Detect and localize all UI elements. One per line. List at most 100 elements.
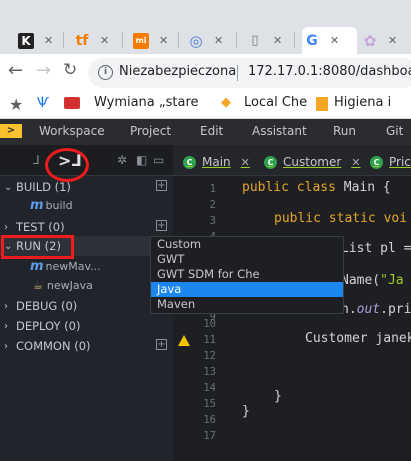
tree-group-build[interactable]: ⌄ BUILD (1) xyxy=(4,178,71,196)
line-number: 1 xyxy=(209,183,216,195)
code-line: public class Main { xyxy=(242,180,391,195)
chevron-right-icon: › xyxy=(4,300,8,312)
line-number: 15 xyxy=(203,398,216,410)
browser-tab[interactable]: tf ✕ xyxy=(74,27,110,54)
screen: K ✕ tf ✕ mi ✕ ◎ ✕ ▯ ✕ G ✕ ✿ ✕ ← → ↻ i Ni… xyxy=(0,0,411,461)
browser-tab[interactable]: mi ✕ xyxy=(133,27,168,54)
close-tab-icon[interactable]: ✕ xyxy=(330,34,339,47)
folder-icon xyxy=(316,97,328,111)
code-line: n.out.pri xyxy=(341,302,411,317)
gear-icon[interactable]: ✲ xyxy=(117,153,127,167)
close-tab-icon[interactable]: ✕ xyxy=(214,34,223,47)
tree-item-label: newMav... xyxy=(45,259,101,273)
editor-tab-main[interactable]: C Main ✕ xyxy=(183,153,250,171)
code-line: Customer janek xyxy=(305,331,411,346)
url-text[interactable]: 172.17.0.1:8080/dashboard xyxy=(248,64,411,79)
tree-group-debug[interactable]: › DEBUG (0) xyxy=(4,297,77,315)
browser-tab[interactable]: ◎ ✕ xyxy=(188,27,223,54)
dropdown-item-maven[interactable]: Maven xyxy=(151,297,343,312)
browser-tab[interactable]: K ✕ xyxy=(18,27,53,54)
browser-tab[interactable]: ▯ ✕ xyxy=(247,27,282,54)
fork-icon[interactable]: Ѱ xyxy=(37,95,49,111)
tree-group-label: BUILD (1) xyxy=(16,180,71,194)
class-icon: C xyxy=(264,155,277,169)
line-number: 2 xyxy=(209,199,216,211)
tree-item-label: build xyxy=(45,198,73,212)
menu-project[interactable]: Project xyxy=(130,124,171,138)
line-gutter: 1 2 3 4 5 6 7 8 9 10 11 12 13 14 15 16 1… xyxy=(173,176,223,461)
editor-tabs: C Main ✕ C Customer ✕ C Pric xyxy=(173,145,411,176)
bookmark-item[interactable]: Wymiana „stare xyxy=(94,95,199,110)
add-command-icon[interactable]: + xyxy=(156,220,167,231)
minimize-icon[interactable]: ▭ xyxy=(153,153,164,167)
line-number: 17 xyxy=(203,430,216,442)
browser-tab-strip: K ✕ tf ✕ mi ✕ ◎ ✕ ▯ ✕ G ✕ ✿ ✕ xyxy=(0,0,411,54)
line-number: 14 xyxy=(203,382,216,394)
mi-favicon-icon: mi xyxy=(133,32,149,49)
editor-tab-customer[interactable]: C Customer ✕ xyxy=(264,153,361,171)
close-tab-icon[interactable]: ✕ xyxy=(273,34,282,47)
bookmark-item[interactable]: Local Che xyxy=(244,95,307,110)
tree-item-newmaven[interactable]: m newMav... xyxy=(30,257,101,275)
menu-workspace[interactable]: Workspace xyxy=(39,124,105,138)
java-cup-icon: ☕ xyxy=(33,278,43,292)
annotation-box xyxy=(1,235,74,259)
class-icon: C xyxy=(183,155,196,169)
youtube-icon[interactable] xyxy=(64,97,80,109)
tree-group-test[interactable]: › TEST (0) xyxy=(4,218,65,236)
dropdown-item-custom[interactable]: Custom xyxy=(151,237,343,252)
tab-label: Pric xyxy=(389,155,411,169)
forward-arrow-icon[interactable]: → xyxy=(36,60,51,81)
code-line: } xyxy=(274,389,282,404)
menu-edit[interactable]: Edit xyxy=(200,124,223,138)
dropdown-item-gwt[interactable]: GWT xyxy=(151,252,343,267)
collapse-icon[interactable]: ◧ xyxy=(136,153,147,167)
browser-tab[interactable]: ✿ ✕ xyxy=(362,27,398,54)
close-tab-icon[interactable]: ✕ xyxy=(388,34,397,47)
project-tree-icon[interactable]: ⅃ xyxy=(33,153,40,167)
flower-favicon-icon: ✿ xyxy=(363,31,377,50)
close-icon[interactable]: ✕ xyxy=(241,156,250,169)
menu-assistant[interactable]: Assistant xyxy=(252,124,307,138)
menu-git[interactable]: Git xyxy=(386,124,403,138)
warning-icon[interactable] xyxy=(178,335,190,346)
add-command-icon[interactable]: + xyxy=(156,339,167,350)
star-icon[interactable]: ★ xyxy=(9,95,23,114)
line-number: 11 xyxy=(203,334,216,346)
chevron-right-icon: › xyxy=(4,320,8,332)
dropdown-item-gwt-sdm[interactable]: GWT SDM for Che xyxy=(151,267,343,282)
tree-group-label: COMMON (0) xyxy=(16,339,91,353)
reload-icon[interactable]: ↻ xyxy=(63,60,77,80)
k-favicon-icon: K xyxy=(18,32,34,49)
bookmark-item[interactable]: Higiena i xyxy=(334,95,391,110)
tree-group-label: DEPLOY (0) xyxy=(16,319,81,333)
info-icon[interactable]: i xyxy=(98,65,113,80)
dropdown-item-java[interactable]: Java xyxy=(151,282,343,297)
chevron-down-icon: ⌄ xyxy=(4,181,13,193)
add-command-icon[interactable]: + xyxy=(156,180,167,191)
tf-favicon-icon: tf xyxy=(75,32,89,49)
class-icon: C xyxy=(370,155,383,169)
back-arrow-icon[interactable]: ← xyxy=(8,60,23,81)
close-tab-icon[interactable]: ✕ xyxy=(100,34,109,47)
code-line: Name("Ja xyxy=(341,273,404,288)
che-logo-icon: ◆ xyxy=(221,95,231,110)
tree-item-label: newJava xyxy=(46,278,93,292)
che-menu-logo-icon[interactable]: > xyxy=(0,124,22,138)
tree-item-build[interactable]: m build xyxy=(30,196,73,214)
close-tab-icon[interactable]: ✕ xyxy=(44,34,53,47)
tab-label: Customer xyxy=(283,155,342,169)
menu-run[interactable]: Run xyxy=(333,124,356,138)
tree-item-newjava[interactable]: ☕ newJava xyxy=(33,276,93,294)
close-icon[interactable]: ✕ xyxy=(351,156,360,169)
browser-tab-active[interactable]: G ✕ xyxy=(302,27,357,54)
editor-tab-price[interactable]: C Pric xyxy=(370,153,411,171)
tree-group-deploy[interactable]: › DEPLOY (0) xyxy=(4,317,80,335)
omnibox[interactable]: i Niezabezpieczona 172.17.0.1:8080/dashb… xyxy=(88,58,411,88)
address-bar-row: ← → ↻ i Niezabezpieczona 172.17.0.1:8080… xyxy=(0,54,411,91)
annotation-circle xyxy=(45,148,89,182)
close-tab-icon[interactable]: ✕ xyxy=(159,34,168,47)
ide-menu-bar: > Workspace Project Edit Assistant Run G… xyxy=(0,119,411,145)
code-line: List pl = xyxy=(341,241,411,256)
tree-group-common[interactable]: › COMMON (0) xyxy=(4,337,91,355)
